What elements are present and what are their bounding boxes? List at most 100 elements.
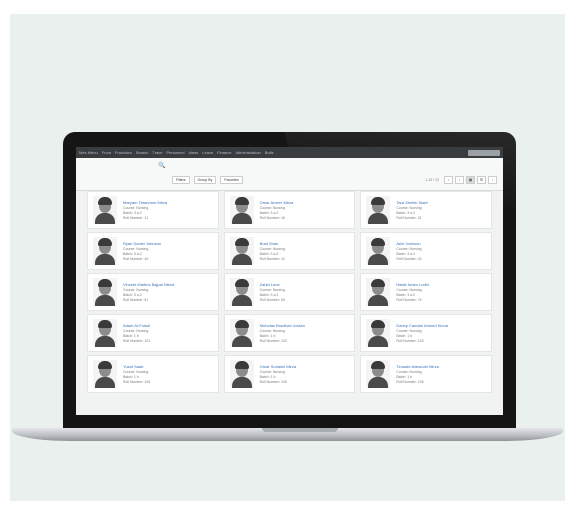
user-menu[interactable] <box>468 149 500 156</box>
student-card[interactable]: Ariel Johnson Course: Nursing Batch: 3 a.2… <box>360 232 492 270</box>
student-course: Course: Nursing <box>259 370 285 374</box>
menu-item[interactable]: Administration <box>235 150 260 155</box>
student-batch: Batch: 1 b <box>123 334 139 338</box>
menu-item[interactable]: Ideas <box>189 150 199 155</box>
student-roll-number: Roll Number: 105 <box>259 380 287 384</box>
student-course: Course: Nursing <box>123 206 149 210</box>
menu-item[interactable]: Leave <box>202 150 213 155</box>
student-info: Ryan Daniel Johnson Course: Nursing Batch:… <box>123 241 161 261</box>
student-info: Danny Candan Ahmed Kiona Course: Nursing B… <box>396 323 448 343</box>
student-name[interactable]: Ryan Daniel Johnson <box>123 241 161 246</box>
student-course: Course: Nursing <box>123 370 149 374</box>
student-photo <box>229 196 254 224</box>
menu-item[interactable]: Mes Menu <box>79 150 98 155</box>
student-card[interactable]: Ryan Daniel Johnson Course: Nursing Batch:… <box>87 232 219 270</box>
student-info: Maryam Tarannum Mirza Course: Nursing Batc… <box>123 200 167 220</box>
student-batch: Batch: 3 a.2 <box>123 293 142 297</box>
student-batch: Batch: 1 b <box>123 375 139 379</box>
laptop-lid: Mes Menu Front Frontales Search Trace Personn… <box>63 132 516 430</box>
student-photo <box>229 237 254 265</box>
student-info: Habib Imam Lodhi Course: Nursing Batch: 3 … <box>396 282 428 302</box>
menu-item[interactable]: Finance <box>217 150 231 155</box>
menu-item[interactable]: Trace <box>152 150 162 155</box>
menu-item[interactable]: Frontales <box>115 150 132 155</box>
student-card[interactable]: Maryam Tarannum Mirza Course: Nursing Batc… <box>87 191 219 229</box>
student-name[interactable]: Boat Shan <box>260 241 285 246</box>
student-batch: Batch: 1 b <box>259 334 276 338</box>
student-course: Course: Nursing <box>396 206 422 210</box>
student-name[interactable]: Yusuf Saab <box>123 364 150 369</box>
student-name[interactable]: Tinuade Adewumi Mirza <box>396 364 439 369</box>
student-name[interactable]: Tara Sheikh Nazir <box>396 200 428 205</box>
student-roll-number: Roll Number: 51 <box>123 298 149 302</box>
menu-item[interactable]: Search <box>136 150 149 155</box>
student-photo <box>93 319 117 347</box>
list-view-button[interactable]: ☰ <box>477 176 486 184</box>
student-card[interactable]: Nicholas Bradford Jordan Course: Nursing B… <box>223 314 356 352</box>
student-batch: Batch: 3 a.2 <box>259 211 279 215</box>
favorites-button[interactable]: Favorites <box>220 176 243 184</box>
student-photo <box>93 360 117 388</box>
student-name[interactable]: Maryam Tarannum Mirza <box>123 200 167 205</box>
student-roll-number: Roll Number: 103 <box>396 339 424 343</box>
student-card[interactable]: Omar Ameer Mirza Course: Nursing Batch: 3 … <box>223 191 356 229</box>
student-name[interactable]: Adam Al-Fuisal <box>123 323 150 328</box>
student-card[interactable]: Zahid Lone Course: Nursing Batch: 3 a.2 Rol… <box>223 273 356 311</box>
student-card[interactable]: Adam Al-Fuisal Course: Nursing Batch: 1 bR… <box>87 314 219 352</box>
student-card[interactable]: Habib Imam Lodhi Course: Nursing Batch: 3 … <box>360 273 492 311</box>
kanban-view-button[interactable]: ▦ <box>466 176 475 184</box>
student-batch: Batch: 3 a.2 <box>396 252 416 256</box>
top-menubar: Mes Menu Front Frontales Search Trace Personn… <box>76 147 503 158</box>
student-info: Ariel Johnson Course: Nursing Batch: 3 a.2… <box>396 241 421 261</box>
student-batch: Batch: 1 b <box>259 375 276 379</box>
student-card[interactable]: Tinuade Adewumi Mirza Course: Nursing Batc… <box>360 355 492 393</box>
student-card[interactable]: Danny Candan Ahmed Kiona Course: Nursing B… <box>360 314 492 352</box>
form-view-button[interactable]: ▫ <box>488 176 497 184</box>
student-photo <box>366 278 391 306</box>
student-info: Vincent Martins Bajpai Nlend Course: Nurs… <box>123 282 174 302</box>
student-name[interactable]: Danny Candan Ahmed Kiona <box>396 323 448 328</box>
laptop-screen: Mes Menu Front Frontales Search Trace Personn… <box>76 147 503 415</box>
pager: 1-15 / 20 ‹ › ▦ ☰ ▫ <box>425 176 497 184</box>
student-name[interactable]: Omar Suhaimi Mirza <box>260 364 296 369</box>
group-by-button[interactable]: Group By <box>193 176 217 184</box>
menu-item[interactable]: Front <box>102 150 111 155</box>
prev-page-button[interactable]: ‹ <box>444 176 453 184</box>
next-page-button[interactable]: › <box>455 176 464 184</box>
student-info: Adam Al-Fuisal Course: Nursing Batch: 1 bR… <box>123 323 150 343</box>
menu-item[interactable]: Personnel <box>166 150 184 155</box>
laptop-base <box>12 428 563 441</box>
student-info: Omar Suhaimi Mirza Course: Nursing Batch: … <box>260 364 296 384</box>
student-batch: Batch: 1 b <box>396 375 413 379</box>
student-info: Boat Shan Course: Nursing Batch: 3 a.2 Roll… <box>260 241 285 261</box>
student-photo <box>229 319 254 347</box>
student-course: Course: Nursing <box>259 288 285 292</box>
laptop-notch <box>262 428 338 432</box>
student-course: Course: Nursing <box>396 370 422 374</box>
student-card[interactable]: Tara Sheikh Nazir Course: Nursing Batch: 3… <box>360 191 492 229</box>
menu-item[interactable]: Bulls <box>265 150 274 155</box>
student-card[interactable]: Vincent Martins Bajpai Nlend Course: Nurs… <box>87 273 219 311</box>
student-roll-number: Roll Number: 60 <box>259 298 285 302</box>
student-name[interactable]: Habib Imam Lodhi <box>396 282 428 287</box>
student-card[interactable]: Yusuf Saab Course: Nursing Batch: 1 b Roll … <box>87 355 219 393</box>
student-card[interactable]: Boat Shan Course: Nursing Batch: 3 a.2 Roll… <box>223 232 356 270</box>
student-roll-number: Roll Number: 31 <box>396 216 422 220</box>
student-photo <box>366 319 391 347</box>
student-name[interactable]: Omar Ameer Mirza <box>260 200 294 205</box>
search-icon[interactable]: 🔍 <box>158 162 165 169</box>
student-roll-number: Roll Number: 41 <box>259 257 285 261</box>
student-batch: Batch: 3 a.2 <box>396 293 416 297</box>
student-roll-number: Roll Number: 42 <box>396 257 422 261</box>
student-info: Tinuade Adewumi Mirza Course: Nursing Batc… <box>396 364 439 384</box>
student-name[interactable]: Zahid Lone <box>260 282 285 287</box>
student-name[interactable]: Nicholas Bradford Jordan <box>260 323 305 328</box>
search-options: Filters Group By Favorites <box>172 176 243 184</box>
student-name[interactable]: Ariel Johnson <box>396 241 421 246</box>
student-card[interactable]: Omar Suhaimi Mirza Course: Nursing Batch: … <box>223 355 356 393</box>
filters-button[interactable]: Filters <box>172 176 190 184</box>
student-roll-number: Roll Number: 74 <box>396 298 422 302</box>
student-course: Course: Nursing <box>123 329 149 333</box>
student-kanban-grid: Maryam Tarannum Mirza Course: Nursing Batc… <box>87 191 492 393</box>
student-name[interactable]: Vincent Martins Bajpai Nlend <box>123 282 174 287</box>
